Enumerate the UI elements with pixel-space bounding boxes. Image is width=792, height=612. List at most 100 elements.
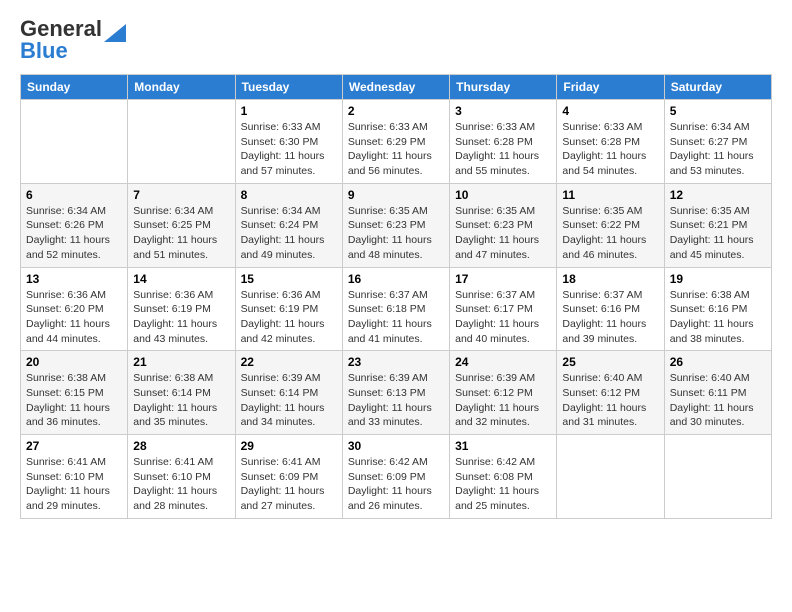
day-info: Sunrise: 6:36 AM Sunset: 6:19 PM Dayligh… [133,288,229,347]
day-info: Sunrise: 6:35 AM Sunset: 6:21 PM Dayligh… [670,204,766,263]
day-info: Sunrise: 6:38 AM Sunset: 6:15 PM Dayligh… [26,371,122,430]
day-number: 2 [348,104,444,118]
day-info: Sunrise: 6:41 AM Sunset: 6:09 PM Dayligh… [241,455,337,514]
day-info: Sunrise: 6:42 AM Sunset: 6:09 PM Dayligh… [348,455,444,514]
calendar-cell [128,100,235,184]
calendar-cell: 9 Sunrise: 6:35 AM Sunset: 6:23 PM Daylig… [342,183,449,267]
day-info: Sunrise: 6:39 AM Sunset: 6:14 PM Dayligh… [241,371,337,430]
calendar-cell: 23 Sunrise: 6:39 AM Sunset: 6:13 PM Dayli… [342,351,449,435]
day-info: Sunrise: 6:36 AM Sunset: 6:19 PM Dayligh… [241,288,337,347]
calendar-cell: 4 Sunrise: 6:33 AM Sunset: 6:28 PM Daylig… [557,100,664,184]
day-number: 26 [670,355,766,369]
day-number: 27 [26,439,122,453]
day-info: Sunrise: 6:33 AM Sunset: 6:28 PM Dayligh… [455,120,551,179]
day-info: Sunrise: 6:34 AM Sunset: 6:24 PM Dayligh… [241,204,337,263]
day-info: Sunrise: 6:37 AM Sunset: 6:16 PM Dayligh… [562,288,658,347]
weekday-header: Wednesday [342,75,449,100]
calendar-week-row: 20 Sunrise: 6:38 AM Sunset: 6:15 PM Dayli… [21,351,772,435]
logo-icon [104,20,126,42]
calendar-cell: 29 Sunrise: 6:41 AM Sunset: 6:09 PM Dayli… [235,435,342,519]
day-info: Sunrise: 6:41 AM Sunset: 6:10 PM Dayligh… [133,455,229,514]
day-info: Sunrise: 6:38 AM Sunset: 6:16 PM Dayligh… [670,288,766,347]
weekday-header: Monday [128,75,235,100]
day-info: Sunrise: 6:35 AM Sunset: 6:23 PM Dayligh… [455,204,551,263]
day-number: 18 [562,272,658,286]
calendar-cell: 21Sunrise: 6:38 AM Sunset: 6:14 PM Dayli… [128,351,235,435]
day-number: 29 [241,439,337,453]
weekday-header: Thursday [450,75,557,100]
calendar-cell: 30 Sunrise: 6:42 AM Sunset: 6:09 PM Dayli… [342,435,449,519]
day-number: 9 [348,188,444,202]
page-header: General Blue [20,16,772,64]
day-number: 6 [26,188,122,202]
calendar-cell: 26 Sunrise: 6:40 AM Sunset: 6:11 PM Dayli… [664,351,771,435]
weekday-header: Friday [557,75,664,100]
calendar-week-row: 13Sunrise: 6:36 AM Sunset: 6:20 PM Dayli… [21,267,772,351]
calendar-week-row: 1Sunrise: 6:33 AM Sunset: 6:30 PM Daylig… [21,100,772,184]
day-number: 24 [455,355,551,369]
calendar-cell: 19 Sunrise: 6:38 AM Sunset: 6:16 PM Dayli… [664,267,771,351]
calendar-cell: 27 Sunrise: 6:41 AM Sunset: 6:10 PM Dayli… [21,435,128,519]
day-number: 19 [670,272,766,286]
calendar-cell: 11Sunrise: 6:35 AM Sunset: 6:22 PM Dayli… [557,183,664,267]
day-number: 12 [670,188,766,202]
day-info: Sunrise: 6:40 AM Sunset: 6:11 PM Dayligh… [670,371,766,430]
calendar-cell: 16Sunrise: 6:37 AM Sunset: 6:18 PM Dayli… [342,267,449,351]
day-info: Sunrise: 6:40 AM Sunset: 6:12 PM Dayligh… [562,371,658,430]
day-number: 20 [26,355,122,369]
day-number: 31 [455,439,551,453]
calendar-week-row: 6 Sunrise: 6:34 AM Sunset: 6:26 PM Daylig… [21,183,772,267]
calendar-cell [664,435,771,519]
day-info: Sunrise: 6:38 AM Sunset: 6:14 PM Dayligh… [133,371,229,430]
calendar-cell: 18 Sunrise: 6:37 AM Sunset: 6:16 PM Dayli… [557,267,664,351]
day-info: Sunrise: 6:36 AM Sunset: 6:20 PM Dayligh… [26,288,122,347]
day-info: Sunrise: 6:34 AM Sunset: 6:25 PM Dayligh… [133,204,229,263]
calendar-cell: 1Sunrise: 6:33 AM Sunset: 6:30 PM Daylig… [235,100,342,184]
day-number: 30 [348,439,444,453]
calendar-cell: 17Sunrise: 6:37 AM Sunset: 6:17 PM Dayli… [450,267,557,351]
logo: General Blue [20,16,126,64]
day-info: Sunrise: 6:41 AM Sunset: 6:10 PM Dayligh… [26,455,122,514]
calendar-cell: 28 Sunrise: 6:41 AM Sunset: 6:10 PM Dayli… [128,435,235,519]
day-info: Sunrise: 6:35 AM Sunset: 6:23 PM Dayligh… [348,204,444,263]
weekday-header: Saturday [664,75,771,100]
day-number: 14 [133,272,229,286]
day-number: 11 [562,188,658,202]
day-number: 15 [241,272,337,286]
calendar-cell: 14 Sunrise: 6:36 AM Sunset: 6:19 PM Dayli… [128,267,235,351]
day-number: 7 [133,188,229,202]
day-number: 17 [455,272,551,286]
day-number: 16 [348,272,444,286]
calendar-header-row: SundayMondayTuesdayWednesdayThursdayFrid… [21,75,772,100]
calendar-week-row: 27 Sunrise: 6:41 AM Sunset: 6:10 PM Dayli… [21,435,772,519]
day-number: 3 [455,104,551,118]
day-number: 25 [562,355,658,369]
day-info: Sunrise: 6:34 AM Sunset: 6:26 PM Dayligh… [26,204,122,263]
calendar-cell: 8 Sunrise: 6:34 AM Sunset: 6:24 PM Daylig… [235,183,342,267]
calendar-cell: 10 Sunrise: 6:35 AM Sunset: 6:23 PM Dayli… [450,183,557,267]
calendar-cell: 20 Sunrise: 6:38 AM Sunset: 6:15 PM Dayli… [21,351,128,435]
day-number: 8 [241,188,337,202]
weekday-header: Sunday [21,75,128,100]
day-info: Sunrise: 6:39 AM Sunset: 6:13 PM Dayligh… [348,371,444,430]
calendar-cell [21,100,128,184]
calendar-cell: 5Sunrise: 6:34 AM Sunset: 6:27 PM Daylig… [664,100,771,184]
day-number: 1 [241,104,337,118]
day-number: 4 [562,104,658,118]
day-number: 28 [133,439,229,453]
logo-blue: Blue [20,38,68,64]
day-number: 23 [348,355,444,369]
day-info: Sunrise: 6:42 AM Sunset: 6:08 PM Dayligh… [455,455,551,514]
day-info: Sunrise: 6:33 AM Sunset: 6:28 PM Dayligh… [562,120,658,179]
calendar-table: SundayMondayTuesdayWednesdayThursdayFrid… [20,74,772,519]
calendar-cell: 15 Sunrise: 6:36 AM Sunset: 6:19 PM Dayli… [235,267,342,351]
calendar-cell: 25 Sunrise: 6:40 AM Sunset: 6:12 PM Dayli… [557,351,664,435]
weekday-header: Tuesday [235,75,342,100]
calendar-cell: 24 Sunrise: 6:39 AM Sunset: 6:12 PM Dayli… [450,351,557,435]
calendar-cell: 12 Sunrise: 6:35 AM Sunset: 6:21 PM Dayli… [664,183,771,267]
calendar-cell: 6 Sunrise: 6:34 AM Sunset: 6:26 PM Daylig… [21,183,128,267]
calendar-cell: 3 Sunrise: 6:33 AM Sunset: 6:28 PM Daylig… [450,100,557,184]
day-info: Sunrise: 6:39 AM Sunset: 6:12 PM Dayligh… [455,371,551,430]
day-number: 5 [670,104,766,118]
day-number: 10 [455,188,551,202]
